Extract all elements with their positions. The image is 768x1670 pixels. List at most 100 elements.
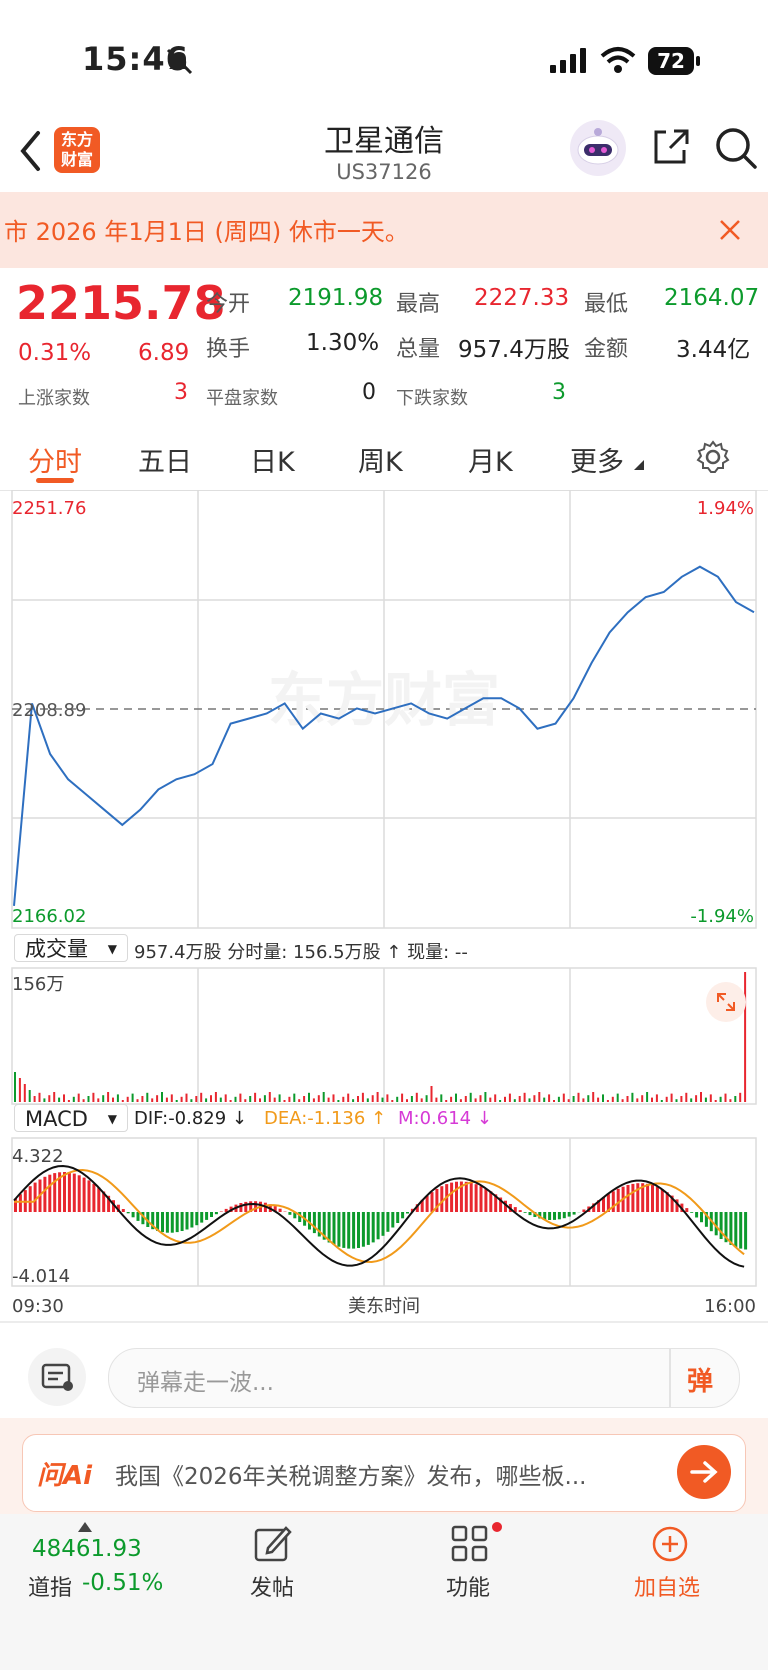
settings-gear-icon[interactable]	[696, 440, 730, 474]
volume-bar	[543, 1097, 546, 1102]
volume-bar	[288, 1096, 291, 1102]
bottom-bar: 48461.93 道指 -0.51% 发帖 功能 加自选	[0, 1514, 768, 1670]
macd-bar	[567, 1212, 571, 1217]
volume-bar	[401, 1093, 404, 1102]
amount-value: 3.44亿	[676, 337, 751, 363]
volume-bar	[548, 1094, 551, 1102]
battery-tip	[696, 56, 700, 66]
expand-icon[interactable]	[706, 982, 746, 1022]
volume-bar	[714, 1100, 717, 1102]
danmu-send-button[interactable]: 弹	[687, 1361, 713, 1398]
dropdown-arrow-icon: ▼	[107, 942, 117, 956]
change-pct: 0.31%	[18, 340, 92, 366]
danmu-toggle-icon[interactable]	[28, 1348, 86, 1406]
add-watchlist-icon[interactable]	[650, 1524, 690, 1564]
volume-bar	[420, 1098, 423, 1102]
volume-bar	[592, 1092, 595, 1102]
turnover-value: 1.30%	[306, 330, 380, 356]
macd-bar	[700, 1212, 703, 1223]
volume-bars	[14, 972, 747, 1102]
post-label[interactable]: 发帖	[250, 1570, 294, 1602]
notice-text: 市 2026 年1月1日 (周四) 休市一天。	[4, 218, 409, 246]
volume-bar	[533, 1095, 536, 1102]
macd-select-label: MACD	[25, 1107, 88, 1131]
volume-bar	[244, 1099, 247, 1102]
volume-bar	[337, 1100, 340, 1102]
macd-indicator-select[interactable]: MACD ▼	[14, 1104, 128, 1132]
volume-bar	[371, 1095, 374, 1102]
search-icon[interactable]	[714, 126, 758, 170]
volume-bar	[557, 1096, 560, 1102]
volume-bar	[342, 1096, 345, 1102]
volume-bar	[214, 1092, 217, 1102]
macd-bar	[121, 1209, 125, 1212]
volume-bar	[621, 1099, 624, 1102]
macd-bar	[214, 1212, 218, 1215]
macd-bar	[690, 1212, 694, 1213]
add-watchlist-label[interactable]: 加自选	[634, 1570, 700, 1602]
edit-post-icon[interactable]	[252, 1524, 292, 1564]
functions-grid-icon[interactable]	[450, 1524, 490, 1564]
tab-five-day[interactable]: 五日	[138, 440, 192, 479]
volume-bar	[455, 1093, 457, 1102]
dropdown-arrow-icon: ▼	[107, 1112, 117, 1126]
macd-bar	[161, 1212, 164, 1233]
tab-more[interactable]: 更多	[570, 440, 624, 479]
macd-bar	[205, 1212, 209, 1220]
tab-weekly-k[interactable]: 周K	[358, 440, 403, 479]
volume-indicator-select[interactable]: 成交量 ▼	[14, 934, 128, 962]
close-icon[interactable]	[718, 218, 742, 242]
macd-bar	[239, 1203, 243, 1212]
tab-monthly-k[interactable]: 月K	[468, 440, 513, 479]
macd-bar	[386, 1212, 390, 1232]
volume-bar	[513, 1099, 516, 1102]
macd-bar	[440, 1186, 444, 1212]
volume-bar	[151, 1098, 154, 1102]
macd-bar	[219, 1211, 223, 1212]
tab-intraday[interactable]: 分时	[28, 440, 82, 479]
volume-bar	[102, 1095, 105, 1102]
volume-bar	[567, 1099, 570, 1102]
volume-bar	[474, 1098, 477, 1102]
volume-bar	[406, 1099, 408, 1102]
index-value[interactable]: 48461.93	[32, 1536, 142, 1562]
macd-bar	[396, 1212, 400, 1223]
danmu-placeholder: 弹幕走一波...	[137, 1370, 274, 1396]
robot-avatar-icon[interactable]	[568, 118, 628, 178]
price-mid-label: 2208.89	[12, 700, 86, 721]
danmu-input[interactable]: 弹幕走一波... 弹	[108, 1348, 740, 1408]
volume-bar	[283, 1100, 286, 1102]
ai-banner[interactable]: 问Ai 我国《2026年关税调整方案》发布，哪些板...	[22, 1434, 746, 1512]
macd-bar	[406, 1212, 409, 1214]
volume-bar	[670, 1093, 673, 1102]
market-notice: 市 2026 年1月1日 (周四) 休市一天。	[0, 192, 768, 268]
share-icon[interactable]	[650, 126, 690, 166]
macd-bar	[464, 1181, 468, 1212]
volume-bar	[646, 1092, 649, 1102]
quote-panel: 2215.78 0.31% 6.89 上涨家数 3 今开 2191.98 最高 …	[0, 268, 768, 418]
volume-bar	[479, 1095, 482, 1102]
volume-bar	[18, 1078, 21, 1102]
macd-bar	[729, 1212, 733, 1245]
macd-bar	[288, 1212, 292, 1215]
arrow-right-icon[interactable]	[677, 1445, 731, 1499]
macd-bar	[376, 1212, 380, 1240]
macd-bar	[572, 1212, 576, 1215]
chart-area: 东方财富 2251.76 2208.89 2166.02 1.94% -1.94…	[0, 490, 768, 1330]
volume-bar	[528, 1098, 531, 1102]
divider	[669, 1349, 671, 1407]
intraday-chart[interactable]: 东方财富 2251.76 2208.89 2166.02 1.94% -1.94…	[0, 490, 768, 1330]
macd-bar	[611, 1191, 615, 1212]
index-name[interactable]: 道指	[28, 1570, 72, 1602]
tab-daily-k[interactable]: 日K	[250, 440, 295, 479]
index-change[interactable]: -0.51%	[82, 1570, 163, 1596]
functions-label[interactable]: 功能	[446, 1570, 490, 1602]
macd-bar	[342, 1212, 346, 1248]
macd-bar	[131, 1212, 135, 1218]
volume-bar	[28, 1090, 31, 1102]
turnover-label: 换手	[206, 337, 251, 362]
macd-bar	[523, 1212, 527, 1213]
macd-bar	[92, 1183, 96, 1212]
volume-bar	[43, 1098, 46, 1102]
macd-bar	[469, 1182, 473, 1212]
